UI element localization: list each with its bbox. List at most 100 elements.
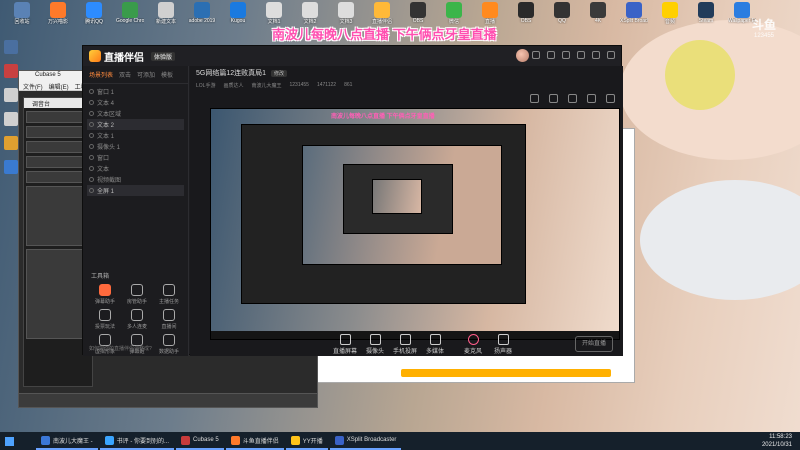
start-button[interactable] (0, 432, 18, 450)
tab-template[interactable]: 模板 (161, 70, 173, 79)
mixer-track[interactable] (26, 186, 90, 246)
cubase-menu-item[interactable]: 编辑(E) (49, 82, 69, 91)
source-tool-button[interactable]: 多媒体 (420, 334, 450, 355)
source-tool-button[interactable]: 手机投屏 (390, 334, 420, 355)
share-icon[interactable] (606, 94, 615, 103)
desktop-icon[interactable]: Steam (692, 2, 720, 24)
desktop-icon[interactable] (4, 112, 18, 126)
toolbox-item[interactable]: 房管助手 (121, 284, 153, 305)
source-tool-button[interactable]: 麦克风 (458, 334, 488, 355)
mixer-track[interactable] (26, 141, 90, 153)
desktop-icon[interactable]: 直播 (476, 2, 504, 25)
eye-icon[interactable] (89, 111, 94, 116)
desktop-icon[interactable]: 微信 (440, 2, 468, 25)
scene-item[interactable]: 文本 2 (87, 119, 184, 130)
scene-item[interactable]: 全屏 1 (87, 185, 184, 196)
close-icon[interactable] (607, 51, 615, 59)
desktop-icon[interactable]: OBS (512, 2, 540, 24)
eye-icon[interactable] (89, 122, 94, 127)
scene-item[interactable]: 文本 4 (87, 97, 184, 108)
eye-icon[interactable] (89, 166, 94, 171)
desktop-icon[interactable]: 4K (584, 2, 612, 24)
source-tool-button[interactable]: 扬声器 (488, 334, 518, 355)
toolbox-item[interactable]: 弹幕助手 (89, 284, 121, 305)
desktop-icon[interactable]: Google Chrome (116, 2, 144, 24)
eye-icon[interactable] (89, 177, 94, 182)
desktop-icon[interactable] (4, 136, 18, 150)
desktop-icon[interactable]: 回收站 (8, 2, 36, 25)
scene-item[interactable]: 文本区域 (87, 108, 184, 119)
taskbar-app[interactable]: YY开播 (285, 432, 328, 450)
desktop-icon[interactable] (4, 64, 18, 78)
help-hint[interactable]: 如何把你的直播伴侣调整成? (89, 345, 152, 352)
search-icon[interactable] (20, 434, 34, 448)
eye-icon[interactable] (89, 133, 94, 138)
eye-icon[interactable] (89, 144, 94, 149)
source-tool-button[interactable]: 摄像头 (360, 334, 390, 355)
mixer-track[interactable] (26, 171, 90, 183)
desktop-icon[interactable]: XSplit Broadcaster (620, 2, 648, 24)
tab-scenes[interactable]: 场景列表 (89, 70, 113, 79)
scene-item[interactable]: 窗口 (87, 152, 184, 163)
taskbar-app[interactable]: XSplit Broadcaster (329, 432, 402, 450)
skin-icon[interactable] (532, 51, 540, 59)
toolbox-item[interactable]: 数据助手 (153, 334, 185, 355)
desktop-icon[interactable]: adobe 2019 (188, 2, 216, 24)
system-clock[interactable]: 11:58:23 2021/10/31 (762, 433, 792, 449)
app-titlebar[interactable]: 直播伴侣 体验版 (83, 46, 621, 66)
print-icon[interactable] (549, 94, 558, 103)
desktop-icon[interactable] (4, 40, 18, 54)
desktop-icon[interactable]: 文档3 (332, 2, 360, 25)
toolbox-item[interactable]: 投票玩法 (89, 309, 121, 330)
cubase-menu-item[interactable]: 文件(F) (23, 82, 43, 91)
scene-item[interactable]: 视频截图 (87, 174, 184, 185)
toolbox-item[interactable]: 主播任务 (153, 284, 185, 305)
minimize-icon[interactable] (577, 51, 585, 59)
desktop-icon[interactable]: OBS (404, 2, 432, 24)
eye-icon[interactable] (89, 89, 94, 94)
scene-item[interactable]: 文本 1 (87, 130, 184, 141)
taskbar-app[interactable]: Cubase 5 (176, 432, 224, 450)
desktop-icon[interactable]: 新建文本 (152, 2, 180, 25)
desktop-icon[interactable] (4, 160, 18, 174)
desktop-icon[interactable]: 文档1 (260, 2, 288, 25)
avatar[interactable] (516, 49, 529, 62)
edit-title-button[interactable]: 修改 (271, 69, 288, 77)
mixer-track[interactable] (26, 126, 90, 138)
desktop-icon[interactable]: 音频 (656, 2, 684, 25)
layout-icon[interactable] (568, 94, 577, 103)
settings-icon[interactable] (562, 51, 570, 59)
toolbox-item[interactable]: 多人连麦 (121, 309, 153, 330)
start-stream-button[interactable]: 开始直播 (575, 336, 613, 352)
mixer-fader[interactable] (26, 249, 90, 339)
live-companion-window[interactable]: 直播伴侣 体验版 场景列表 双击 可添加 模板 窗口 1 文本 4 文本区域 文本 2… (82, 45, 623, 356)
version-badge[interactable]: 体验版 (151, 51, 176, 61)
stream-preview[interactable]: 南波儿每晚八点直播 下午俩点牙皇直播 (210, 108, 620, 340)
toolbox-item[interactable]: 直播间 (153, 309, 185, 330)
eye-icon[interactable] (89, 188, 94, 193)
gift-icon[interactable] (530, 94, 539, 103)
eye-icon[interactable] (89, 155, 94, 160)
maximize-icon[interactable] (592, 51, 600, 59)
desktop-icon[interactable]: 文档2 (296, 2, 324, 25)
desktop-icon[interactable]: 直播伴侣 (368, 2, 396, 25)
eye-icon[interactable] (89, 100, 94, 105)
desktop-icon[interactable]: 万兴喵影 (44, 2, 72, 25)
taskbar-app[interactable]: 斗鱼直播伴侣 (225, 432, 284, 450)
mixer-track[interactable] (26, 156, 90, 168)
scene-item[interactable]: 窗口 1 (87, 86, 184, 97)
tab-addable[interactable]: 可添加 (137, 70, 155, 79)
mixer-track[interactable] (26, 111, 90, 123)
bell-icon[interactable] (587, 94, 596, 103)
taskbar-app[interactable]: 南波儿大魔王 - (36, 432, 98, 450)
desktop-icon[interactable]: QQ (548, 2, 576, 24)
desktop-icon[interactable]: Kugou (224, 2, 252, 24)
desktop-icon[interactable]: 腾讯QQ (80, 2, 108, 25)
scene-item[interactable]: 文本 (87, 163, 184, 174)
scene-item[interactable]: 摄像头 1 (87, 141, 184, 152)
taskbar-app[interactable]: 书评 - 你要到别的... (99, 432, 175, 450)
tab-double[interactable]: 双击 (119, 70, 131, 79)
desktop-icon[interactable] (4, 88, 18, 102)
message-icon[interactable] (547, 51, 555, 59)
source-tool-button[interactable]: 直播屏幕 (330, 334, 360, 355)
